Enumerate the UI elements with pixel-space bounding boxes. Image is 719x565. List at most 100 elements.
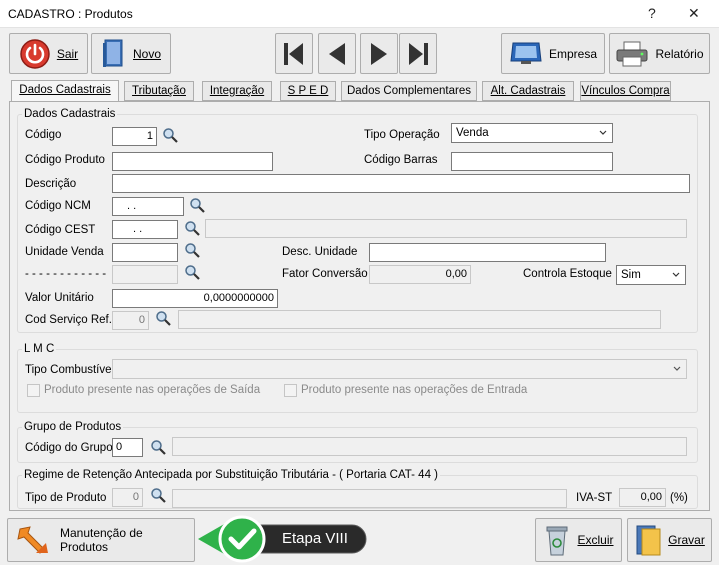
- ncm-input[interactable]: . .: [112, 197, 184, 216]
- empresa-button[interactable]: Empresa: [501, 33, 605, 74]
- help-button[interactable]: ?: [648, 5, 656, 21]
- skip-last-icon: [409, 42, 428, 65]
- codigo-barras-label: Código Barras: [364, 154, 438, 166]
- etapa-badge: Etapa VIII: [194, 514, 370, 564]
- desc-unidade-label: Desc. Unidade: [282, 246, 358, 258]
- entrada-checkbox[interactable]: [284, 384, 297, 397]
- tipo-operacao-value: Venda: [456, 127, 489, 139]
- iva-percent-label: (%): [670, 492, 688, 504]
- excluir-button[interactable]: Excluir: [535, 518, 622, 562]
- chevron-down-icon: [599, 130, 607, 135]
- tab-alt-cadastrais[interactable]: Alt. Cadastrais: [482, 81, 574, 101]
- search-icon[interactable]: [184, 220, 200, 236]
- relatorio-label: Relatório: [655, 46, 704, 61]
- saida-checkbox-label: Produto presente nas operações de Saída: [44, 384, 261, 396]
- search-icon[interactable]: [155, 310, 171, 326]
- relatorio-button[interactable]: Relatório: [609, 33, 710, 74]
- trash-icon: [546, 526, 568, 556]
- tab-integracao[interactable]: Integração: [202, 81, 272, 101]
- saida-checkbox[interactable]: [27, 384, 40, 397]
- prev-record-button[interactable]: [318, 33, 356, 74]
- chevron-down-icon: [672, 272, 680, 277]
- excluir-label: Excluir: [577, 533, 614, 547]
- tipo-produto-label: Tipo de Produto: [25, 492, 107, 504]
- cest-description-field: [205, 219, 687, 238]
- grupo-description-field: [172, 437, 687, 456]
- empresa-label: Empresa: [548, 46, 598, 61]
- previous-icon: [329, 42, 345, 65]
- controla-estoque-select[interactable]: Sim: [616, 265, 686, 285]
- monitor-icon: [510, 42, 542, 64]
- codigo-produto-input[interactable]: [112, 152, 273, 171]
- codigo-grupo-input[interactable]: 0: [112, 438, 143, 457]
- tab-dados-cadastrais[interactable]: Dados Cadastrais: [11, 80, 119, 102]
- next-record-button[interactable]: [360, 33, 398, 74]
- search-icon[interactable]: [184, 242, 200, 258]
- fator-input: 0,00: [369, 265, 471, 284]
- first-record-button[interactable]: [275, 33, 313, 74]
- search-icon[interactable]: [150, 439, 166, 455]
- cest-input[interactable]: . .: [112, 220, 178, 239]
- etapa-label: Etapa VIII: [282, 530, 348, 547]
- ncm-label: Código NCM: [25, 200, 91, 212]
- tipo-operacao-select[interactable]: Venda: [451, 123, 613, 143]
- power-icon: [20, 38, 50, 69]
- search-icon[interactable]: [150, 487, 166, 503]
- printer-icon: [616, 41, 648, 66]
- manutencao-label: Manutenção de Produtos: [59, 526, 143, 554]
- sair-button[interactable]: Sair: [9, 33, 88, 74]
- manutencao-produtos-button[interactable]: Manutenção de Produtos: [7, 518, 195, 562]
- codigo-input[interactable]: 1: [112, 127, 157, 146]
- new-document-icon: [102, 39, 123, 67]
- codigo-grupo-label: Código do Grupo: [25, 442, 113, 454]
- save-folder-icon: [636, 525, 661, 556]
- tipo-combustivel-select: [112, 359, 687, 379]
- descricao-label: Descrição: [25, 178, 77, 190]
- search-icon[interactable]: [189, 197, 205, 213]
- entrada-checkbox-label: Produto presente nas operações de Entrad…: [301, 384, 528, 396]
- servico-description-field: [178, 310, 661, 329]
- dados-cadastrais-title: Dados Cadastrais: [22, 108, 118, 120]
- search-icon[interactable]: [184, 264, 200, 280]
- iva-st-label: IVA-ST: [576, 492, 613, 504]
- gravar-button[interactable]: Gravar: [627, 518, 712, 562]
- novo-button[interactable]: Novo: [91, 33, 171, 74]
- servico-input: 0: [112, 311, 149, 330]
- fator-label: Fator Conversão: [282, 268, 368, 280]
- unidade-venda-label: Unidade Venda: [25, 246, 104, 258]
- dashes-label: - - - - - - - - - - - -: [25, 268, 107, 280]
- unidade-secundaria-input: [112, 265, 178, 284]
- tab-tributacao[interactable]: Tributação: [124, 81, 194, 101]
- tipo-operacao-label: Tipo Operação: [364, 129, 440, 141]
- valor-unitario-input[interactable]: 0,0000000000: [112, 289, 278, 308]
- descricao-input[interactable]: [112, 174, 690, 193]
- codigo-label: Código: [25, 129, 62, 141]
- chevron-down-icon: [673, 366, 681, 371]
- gravar-label: Gravar: [668, 533, 705, 547]
- search-icon[interactable]: [162, 127, 178, 143]
- unidade-venda-input[interactable]: [112, 243, 178, 262]
- controla-estoque-label: Controla Estoque: [523, 268, 612, 280]
- skip-first-icon: [284, 42, 303, 65]
- window-title: CADASTRO : Produtos: [8, 7, 133, 21]
- regime-title: Regime de Retenção Antecipada por Substi…: [22, 469, 440, 481]
- cest-label: Código CEST: [25, 224, 96, 236]
- grupo-produtos-title: Grupo de Produtos: [22, 421, 124, 433]
- novo-label: Novo: [132, 46, 161, 61]
- sair-label: Sair: [56, 46, 79, 61]
- controla-estoque-value: Sim: [621, 269, 641, 281]
- tab-vinculos-compra[interactable]: Vínculos Compra: [580, 81, 671, 101]
- codigo-barras-input[interactable]: [451, 152, 613, 171]
- tab-sped[interactable]: S P E D: [280, 81, 336, 101]
- tipo-produto-input: 0: [112, 488, 143, 507]
- tipo-combustivel-label: Tipo Combustível: [25, 364, 115, 376]
- tipo-produto-description-field: [172, 489, 567, 508]
- title-bar: CADASTRO : Produtos ? ✕: [0, 0, 719, 28]
- iva-st-input: 0,00: [619, 488, 666, 507]
- desc-unidade-input[interactable]: [369, 243, 606, 262]
- valor-unitario-label: Valor Unitário: [25, 292, 94, 304]
- close-button[interactable]: ✕: [688, 5, 700, 22]
- last-record-button[interactable]: [399, 33, 437, 74]
- next-icon: [371, 42, 387, 65]
- tab-dados-complementares[interactable]: Dados Complementares: [341, 81, 477, 101]
